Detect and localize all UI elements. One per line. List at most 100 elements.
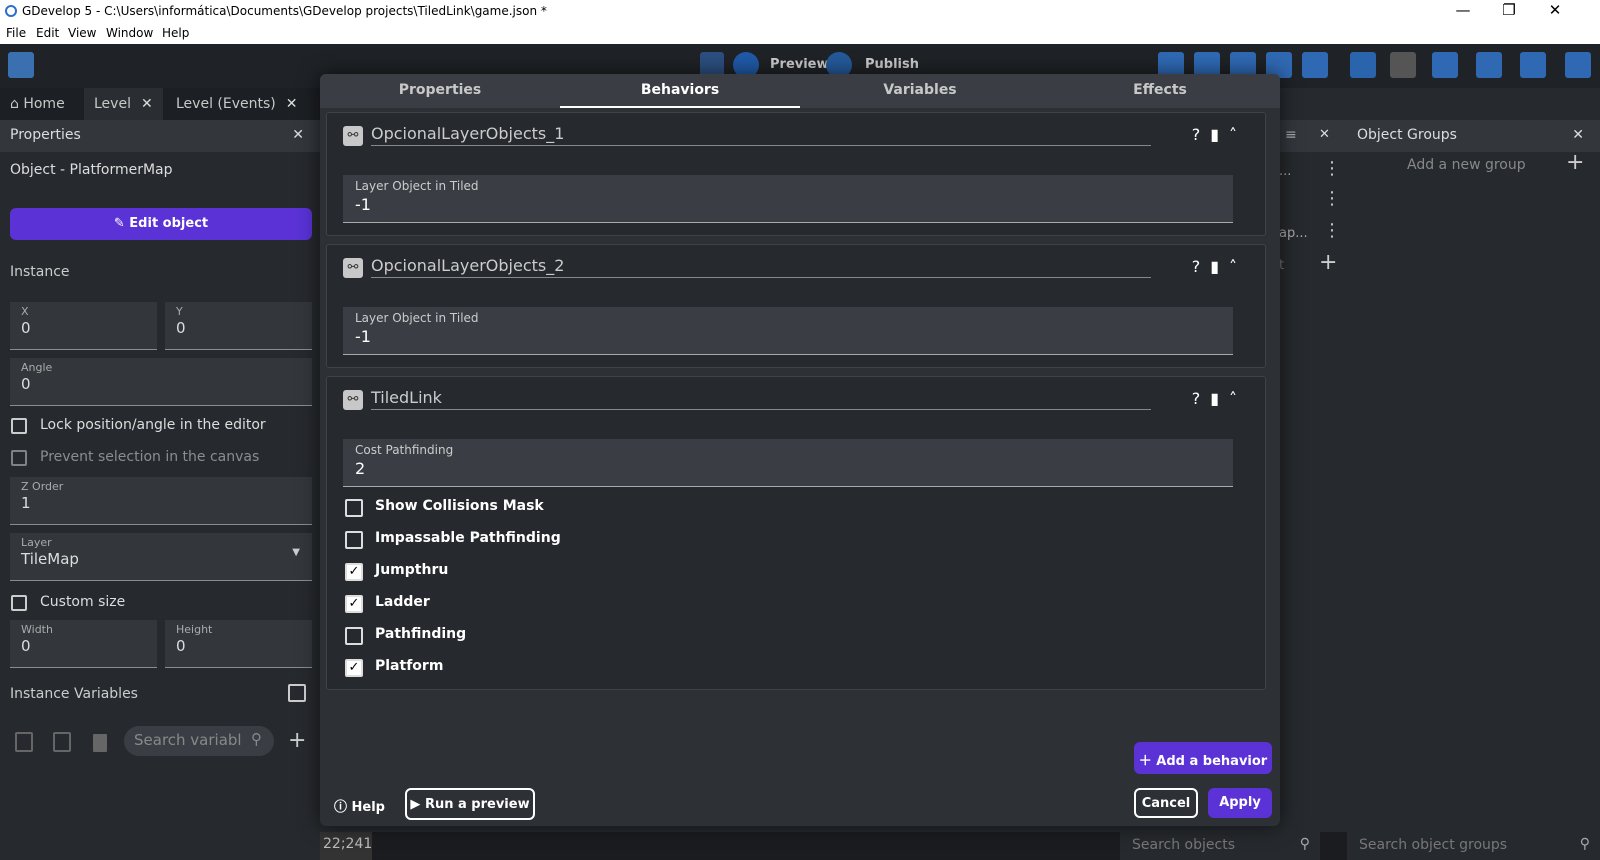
- checkmark-icon: ✓: [348, 564, 360, 579]
- behavior-actions: ?▮˄: [1192, 389, 1247, 408]
- close-panel-icon[interactable]: ✕: [1319, 127, 1330, 142]
- collapse-icon[interactable]: ˄: [1229, 257, 1247, 276]
- layer-object-field[interactable]: Layer Object in Tiled -1: [343, 307, 1233, 355]
- close-panel-icon[interactable]: ✕: [292, 127, 304, 143]
- minimize-icon[interactable]: —: [1440, 1, 1486, 19]
- help-icon[interactable]: ?: [1192, 257, 1211, 276]
- prevent-selection-checkbox[interactable]: [11, 450, 27, 466]
- menu-help[interactable]: Help: [162, 26, 189, 40]
- object-groups-panel: Object Groups ✕ Add a new group +: [1347, 120, 1600, 860]
- trash-icon[interactable]: ▮: [1210, 389, 1229, 408]
- show-collisions-mask-checkbox[interactable]: [345, 499, 363, 517]
- close-panel-icon[interactable]: ✕: [1572, 127, 1584, 143]
- open-external-icon[interactable]: [288, 684, 306, 702]
- jumpthru-checkbox[interactable]: ✓: [345, 563, 363, 581]
- tab-level[interactable]: Level ✕: [84, 88, 163, 120]
- filter-icon[interactable]: ≡: [1285, 127, 1297, 143]
- cost-pathfinding-field[interactable]: Cost Pathfinding 2: [343, 439, 1233, 487]
- behavior-name-input[interactable]: OpcionalLayerObjects_1: [371, 124, 1151, 146]
- angle-field[interactable]: Angle 0: [10, 358, 312, 406]
- checkmark-icon: ✓: [348, 596, 360, 611]
- tab-behaviors[interactable]: Behaviors: [560, 74, 800, 108]
- impassable-pathfinding-checkbox[interactable]: [345, 531, 363, 549]
- help-button[interactable]: ⓘ Help: [334, 796, 385, 815]
- run-preview-button[interactable]: ▶ Run a preview: [405, 788, 535, 820]
- instance-header: Instance: [10, 264, 70, 280]
- tab-level-label: Level: [94, 96, 131, 112]
- menu-file[interactable]: File: [6, 26, 26, 40]
- maximize-icon[interactable]: ❐: [1486, 1, 1532, 19]
- width-field[interactable]: Width 0: [10, 620, 157, 668]
- field-label: Z Order: [21, 480, 64, 493]
- search-icon: ⚲: [251, 730, 262, 748]
- height-field[interactable]: Height 0: [165, 620, 312, 668]
- close-tab-icon[interactable]: ✕: [286, 96, 298, 112]
- more-options-icon[interactable]: ⋮: [1323, 188, 1341, 209]
- layer-object-field[interactable]: Layer Object in Tiled -1: [343, 175, 1233, 223]
- zoom-fit-icon[interactable]: [1432, 52, 1458, 78]
- platform-checkbox[interactable]: ✓: [345, 659, 363, 677]
- close-window-icon[interactable]: ✕: [1532, 1, 1578, 19]
- search-objects-input[interactable]: Search objects ⚲: [1120, 832, 1320, 860]
- behavior-name-input[interactable]: OpcionalLayerObjects_2: [371, 256, 1151, 278]
- field-value: TileMap: [21, 550, 79, 568]
- panel-title: Object Groups: [1357, 127, 1457, 143]
- pathfinding-checkbox[interactable]: [345, 627, 363, 645]
- field-label: Cost Pathfinding: [355, 443, 454, 457]
- ladder-checkbox[interactable]: ✓: [345, 595, 363, 613]
- tab-level-events[interactable]: Level (Events) ✕: [166, 88, 307, 120]
- apply-button[interactable]: Apply: [1208, 788, 1272, 818]
- z-order-field[interactable]: Z Order 1: [10, 477, 312, 525]
- menu-edit[interactable]: Edit: [36, 26, 59, 40]
- zoom-reset-icon[interactable]: [1520, 52, 1546, 78]
- close-tab-icon[interactable]: ✕: [141, 96, 153, 112]
- x-field[interactable]: X0: [10, 302, 157, 350]
- more-options-icon[interactable]: ⋮: [1323, 158, 1341, 179]
- trash-icon[interactable]: ▮: [1210, 125, 1229, 144]
- layer-select[interactable]: Layer TileMap ▼: [10, 533, 312, 581]
- delete-icon[interactable]: [93, 734, 107, 752]
- search-variables-input[interactable]: Search variabl ⚲: [124, 726, 274, 756]
- add-behavior-button[interactable]: ＋ Add a behavior: [1134, 742, 1272, 774]
- behavior-link-icon: ⚯: [343, 126, 363, 146]
- edit-object-button[interactable]: ✎ Edit object: [10, 208, 312, 240]
- tab-home[interactable]: ⌂ Home: [0, 88, 75, 120]
- more-options-icon[interactable]: ⋮: [1323, 220, 1341, 241]
- layers-icon[interactable]: [1302, 52, 1328, 78]
- grid-icon[interactable]: [1476, 52, 1502, 78]
- field-value: 2: [355, 459, 366, 478]
- preview-button[interactable]: Preview: [770, 57, 829, 72]
- paste-icon[interactable]: [53, 732, 71, 752]
- redo-icon[interactable]: [1390, 52, 1416, 78]
- field-value: 0: [21, 375, 31, 393]
- y-field[interactable]: Y0: [165, 302, 312, 350]
- object-groups-header: Object Groups ✕: [1347, 120, 1600, 152]
- custom-size-checkbox[interactable]: [11, 595, 27, 611]
- add-group-label[interactable]: Add a new group: [1407, 157, 1526, 173]
- tab-variables[interactable]: Variables: [800, 74, 1040, 108]
- tab-properties[interactable]: Properties: [320, 74, 560, 108]
- copy-icon[interactable]: [15, 732, 33, 752]
- collapse-icon[interactable]: ˄: [1229, 389, 1247, 408]
- search-groups-input[interactable]: Search object groups ⚲: [1347, 832, 1600, 860]
- collapse-icon[interactable]: ˄: [1229, 125, 1247, 144]
- checkbox-label: Show Collisions Mask: [375, 498, 544, 514]
- settings-icon[interactable]: [1565, 52, 1591, 78]
- lock-position-checkbox[interactable]: [11, 418, 27, 434]
- publish-button[interactable]: Publish: [865, 57, 919, 72]
- object-item-fragment[interactable]: ...: [1279, 164, 1291, 179]
- add-variable-icon[interactable]: +: [288, 728, 306, 753]
- help-icon[interactable]: ?: [1192, 125, 1211, 144]
- menu-view[interactable]: View: [68, 26, 96, 40]
- behavior-name-input[interactable]: TiledLink: [371, 388, 1151, 410]
- undo-icon[interactable]: [1350, 52, 1376, 78]
- tab-effects[interactable]: Effects: [1040, 74, 1280, 108]
- help-icon[interactable]: ?: [1192, 389, 1211, 408]
- project-manager-icon[interactable]: [8, 52, 34, 78]
- object-item-fragment[interactable]: ap...: [1279, 226, 1308, 241]
- cancel-button[interactable]: Cancel: [1134, 788, 1198, 818]
- add-object-icon[interactable]: +: [1319, 250, 1337, 275]
- add-group-icon[interactable]: +: [1566, 150, 1584, 175]
- trash-icon[interactable]: ▮: [1210, 257, 1229, 276]
- menu-window[interactable]: Window: [106, 26, 153, 40]
